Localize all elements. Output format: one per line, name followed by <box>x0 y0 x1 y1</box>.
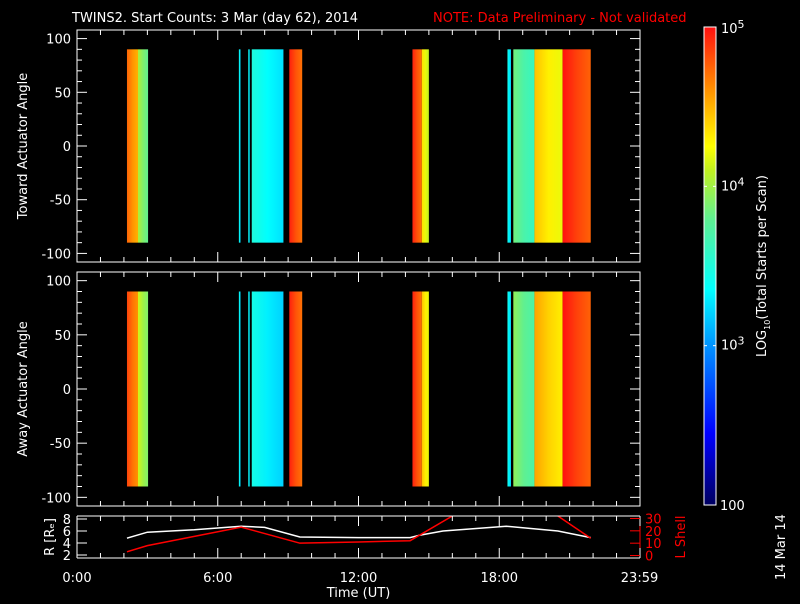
y2-tick-label: 0 <box>645 550 653 565</box>
plot-title: TWINS2. Start Counts: 3 Mar (day 62), 20… <box>71 11 358 26</box>
spectrogram-block <box>421 291 429 487</box>
spectrogram-block <box>412 49 422 243</box>
y-tick-label: 50 <box>54 86 71 101</box>
colorbar-tick-label: 100 <box>720 499 745 514</box>
spectrogram-block <box>412 291 422 487</box>
x-axis-label: Time (UT) <box>326 586 391 600</box>
spectrogram-block <box>137 49 149 243</box>
spectrogram-block <box>137 291 149 487</box>
spectrogram-block <box>238 291 241 487</box>
y-tick-label: -50 <box>50 194 71 209</box>
spectrogram-block <box>534 49 563 243</box>
y-axis-label: Toward Actuator Angle <box>16 73 31 220</box>
y-axis-label: Away Actuator Angle <box>16 321 31 456</box>
spectrogram-block <box>238 49 241 243</box>
panel-away: 100 50 0 -50 -100 Away Actuator Angle <box>16 271 641 507</box>
y-tick-label: 0 <box>63 383 71 398</box>
preliminary-note: NOTE: Data Preliminary - Not validated <box>433 11 687 26</box>
colorbar-label: LOG10(Total Starts per Scan) <box>755 175 772 357</box>
spectrogram-block <box>289 49 303 243</box>
x-tick-label: 6:00 <box>203 571 232 586</box>
spectrogram-block <box>562 49 591 243</box>
spectrogram-block <box>126 49 138 243</box>
spectrogram-block <box>248 291 250 487</box>
y-tick-label: -50 <box>50 437 71 452</box>
y-tick-label: 50 <box>54 329 71 344</box>
panel-toward: 100 50 0 -50 -100 Toward Actuator Angle <box>16 29 641 263</box>
spectrogram-block <box>289 291 303 487</box>
panel-orbit: 86423020100R [Rₑ] L Shell0:00 6:00 12:00 18:… <box>43 512 689 601</box>
colorbar-tick-label: 104 <box>721 175 745 194</box>
y-tick-label: 100 <box>46 275 71 290</box>
y-tick-label: -100 <box>41 491 71 506</box>
y2-axis-label: L Shell <box>674 515 689 558</box>
spectrogram-block <box>126 291 138 487</box>
y-axis-label: R [Rₑ] <box>43 518 58 556</box>
colorbar-tick-label: 103 <box>721 335 745 354</box>
spectrogram-block <box>251 291 284 487</box>
colorbar-scale <box>703 26 717 506</box>
spectrogram-block <box>251 49 284 243</box>
colorbar: 105 104 103 100 LOG10(Total Starts per Scan) <box>703 18 772 514</box>
twins-plot: TWINS2. Start Counts: 3 Mar (day 62), 20… <box>16 11 789 601</box>
y-tick-label: 100 <box>46 33 71 48</box>
y-tick-label: 2 <box>63 549 71 564</box>
spectrogram-block <box>562 291 591 487</box>
y-tick-label: -100 <box>41 247 71 262</box>
date-stamp: 14 Mar 14 <box>774 514 789 580</box>
x-tick-label: 12:00 <box>340 571 377 586</box>
spectrogram-block <box>507 291 511 487</box>
spectrogram-block <box>513 49 535 243</box>
spectrogram-block <box>248 49 250 243</box>
y-tick-label: 0 <box>63 140 71 155</box>
x-tick-label: 0:00 <box>62 571 91 586</box>
spectrogram-block <box>421 49 429 243</box>
spectrogram-block <box>513 291 535 487</box>
colorbar-tick-label: 105 <box>721 18 745 37</box>
x-tick-label: 23:59 <box>621 571 658 586</box>
spectrogram-block <box>507 49 511 243</box>
spectrogram-block <box>534 291 563 487</box>
x-tick-label: 18:00 <box>481 571 518 586</box>
